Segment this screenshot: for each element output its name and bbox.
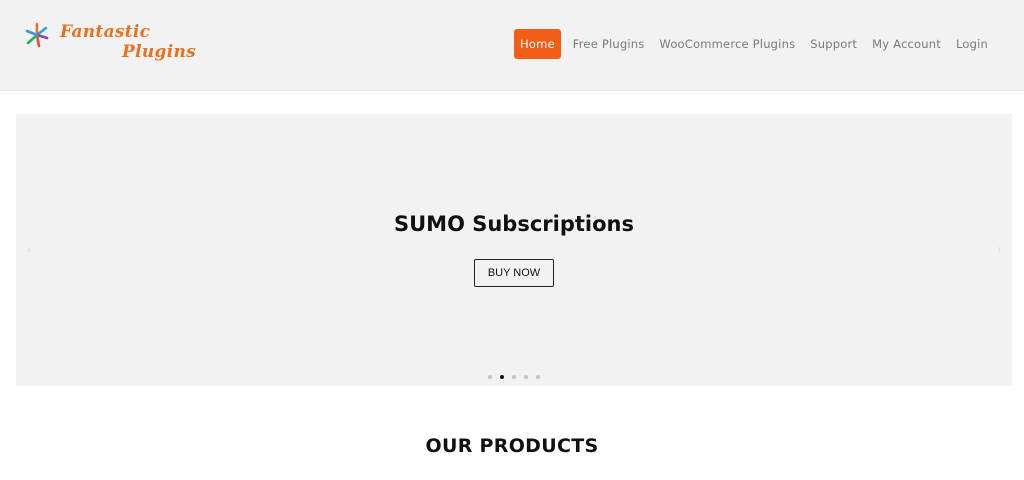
slide-title: SUMO Subscriptions [394,212,634,236]
nav-item-free-plugins[interactable]: Free Plugins [567,29,651,59]
section-heading-our-products: OUR PRODUCTS [425,435,599,457]
chevron-left-icon[interactable]: ‹ [24,242,34,256]
nav-item-my-account[interactable]: My Account [866,29,947,59]
logo-text-plugins: Plugins [122,42,196,62]
site-header: Fantastic Plugins Home Free Plugins WooC… [0,0,1024,91]
slider-dot-1[interactable] [488,375,492,379]
buy-now-button[interactable]: BUY NOW [474,259,554,287]
slider-dot-2[interactable] [500,375,504,379]
nav-item-login[interactable]: Login [950,29,994,59]
nav-item-woocommerce-plugins[interactable]: WooCommerce Plugins [653,29,801,59]
chevron-right-icon[interactable]: › [994,242,1004,256]
logo-text-fantastic: Fantastic [60,22,151,42]
slider-pagination [16,375,1012,379]
slider-dot-3[interactable] [512,375,516,379]
slider-dot-4[interactable] [524,375,528,379]
main-nav: Home Free Plugins WooCommerce Plugins Su… [514,29,994,59]
slider-dot-5[interactable] [536,375,540,379]
hero-slider: ‹ SUMO Subscriptions BUY NOW › [16,114,1012,386]
site-logo[interactable]: Fantastic Plugins [24,20,204,68]
pinwheel-logo-icon [25,22,49,48]
nav-item-support[interactable]: Support [804,29,863,59]
nav-item-home[interactable]: Home [514,29,561,59]
